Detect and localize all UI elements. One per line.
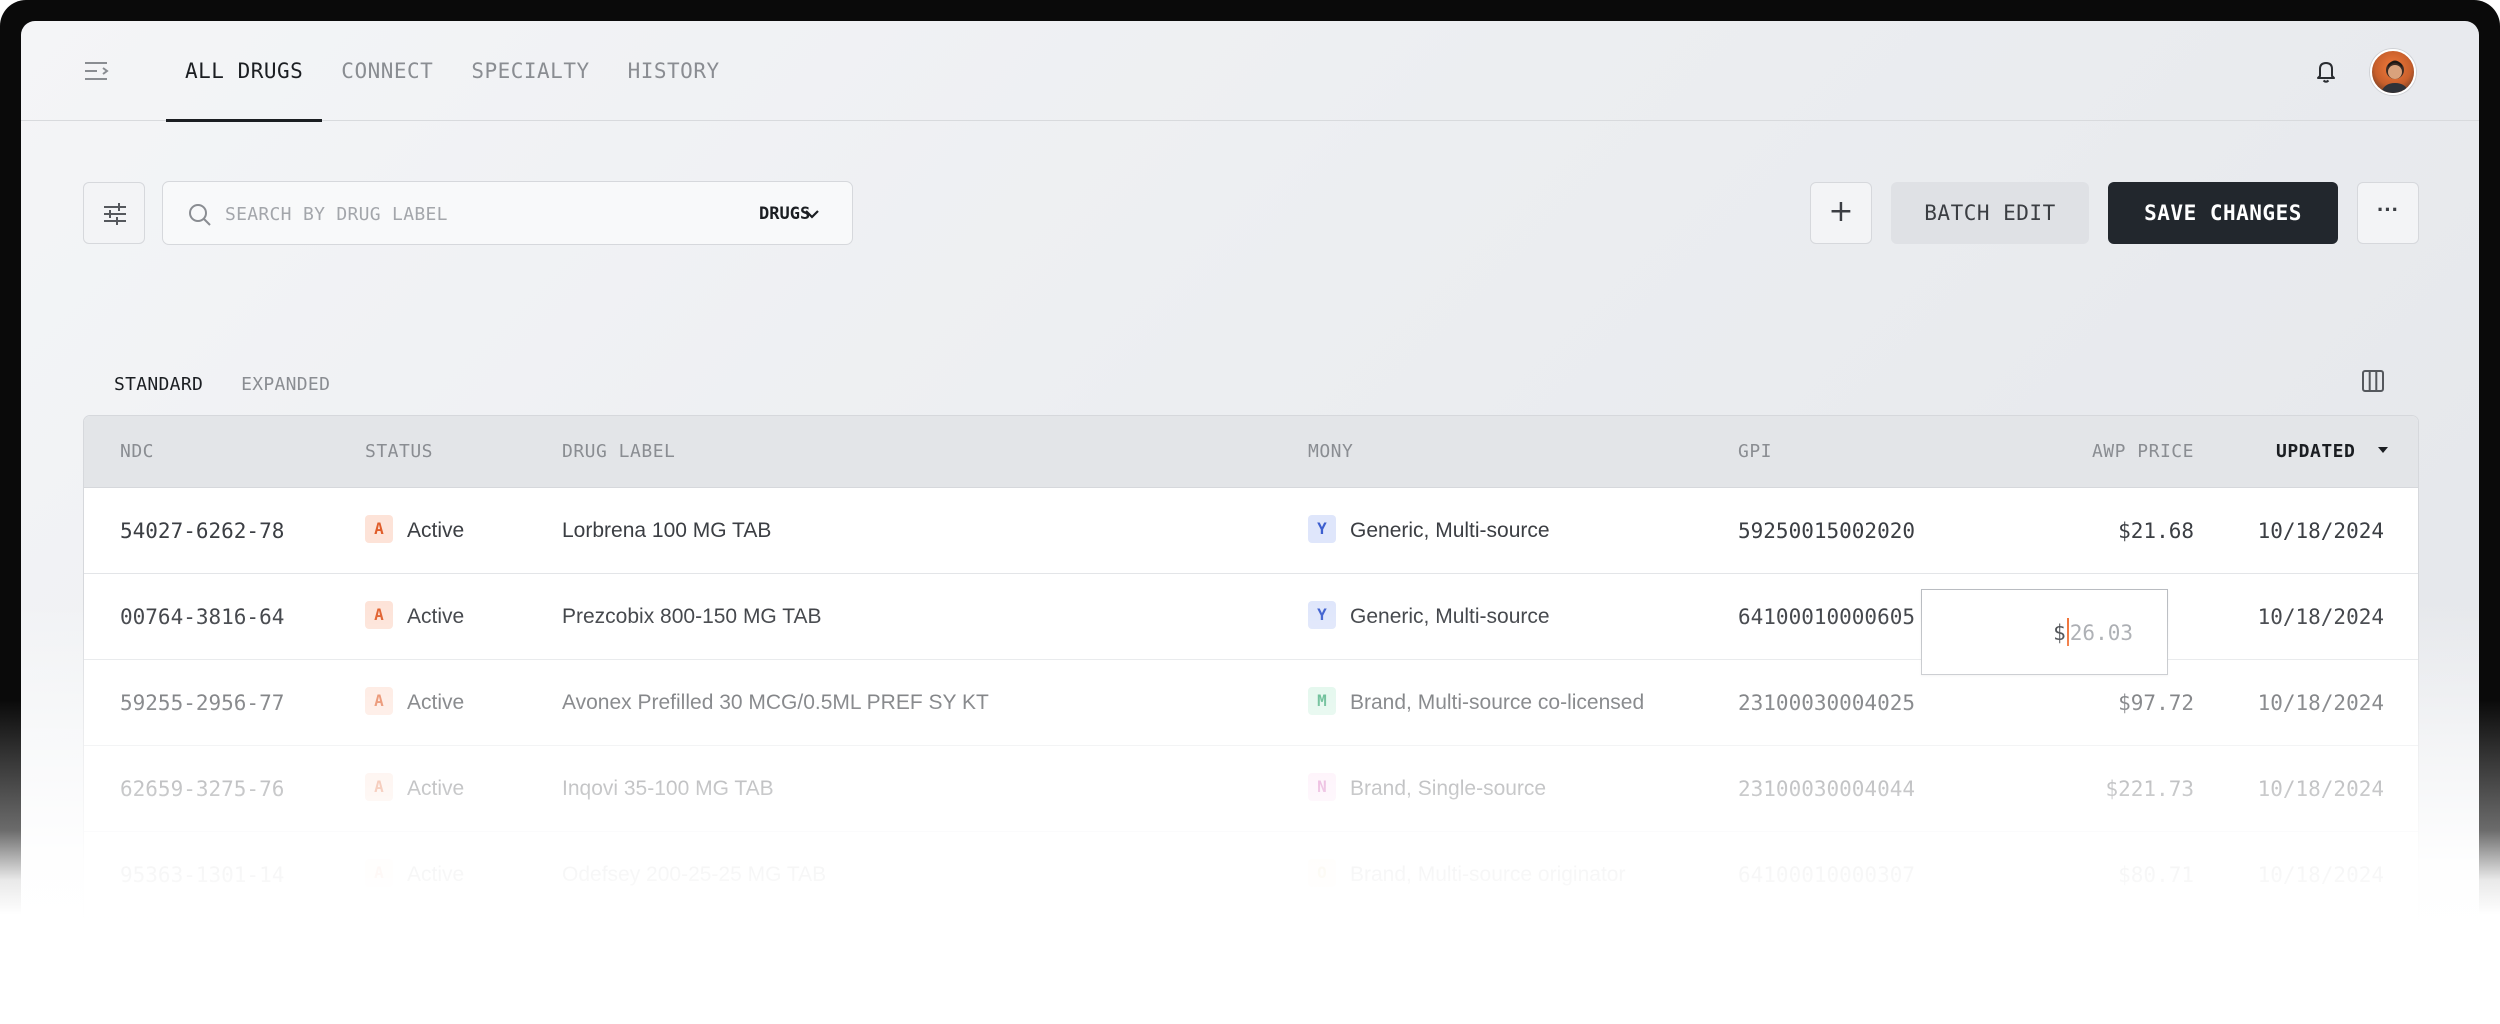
avatar[interactable] xyxy=(2370,49,2416,95)
status-badge: A xyxy=(365,687,393,716)
drugs-table: NDC STATUS DRUG LABEL MONY GPI AWP PRICE… xyxy=(83,415,2419,975)
mony-badge: N xyxy=(1308,773,1336,802)
status-text: Active xyxy=(407,691,465,714)
table-row[interactable]: 95363-1301-14 A Active Odefsey 200-25-25 … xyxy=(84,832,2418,918)
cell-updated: 10/18/2024 xyxy=(2257,691,2384,715)
cell-mony: Y Generic, Multi-source xyxy=(1308,574,1550,660)
cell-status: A Active xyxy=(365,488,464,574)
cell-status: A Active xyxy=(365,660,464,746)
cell-mony: N Brand, Single-source xyxy=(1308,746,1546,832)
mony-text: Brand, Multi-source co-licensed xyxy=(1350,691,1645,714)
add-button[interactable]: + xyxy=(1810,182,1872,244)
search-icon xyxy=(187,202,213,228)
cell-drug-label: Avonex Prefilled 30 MCG/0.5ML PREF SY KT xyxy=(562,691,989,714)
column-header-drug-label[interactable]: DRUG LABEL xyxy=(562,416,675,488)
save-changes-button[interactable]: SAVE CHANGES xyxy=(2108,182,2338,244)
device-frame: ALL DRUGS CONNECT SPECIALTY HISTORY SEAR… xyxy=(0,0,2500,1024)
cell-awp-price[interactable]: $221.73 xyxy=(1984,746,2194,832)
cell-updated: 10/18/2024 xyxy=(2257,777,2384,801)
cell-ndc: 62659-3275-76 xyxy=(120,777,285,801)
cell-ndc: 95363-1301-14 xyxy=(120,863,285,887)
filter-button[interactable] xyxy=(83,182,145,244)
cell-mony: M Brand, Multi-source co-licensed xyxy=(1308,660,1644,746)
mony-badge: M xyxy=(1308,687,1336,716)
view-standard[interactable]: STANDARD xyxy=(114,374,203,395)
sliders-icon xyxy=(104,203,126,225)
cell-status: A Active xyxy=(365,832,464,918)
status-text: Active xyxy=(407,519,465,542)
menu-collapse-icon[interactable] xyxy=(83,59,113,83)
cell-ndc: 59255-2956-77 xyxy=(120,691,285,715)
chevron-down-icon xyxy=(805,210,819,219)
tab-all-drugs[interactable]: ALL DRUGS xyxy=(166,21,323,122)
tab-connect[interactable]: CONNECT xyxy=(322,21,452,121)
cell-mony: O Brand, Multi-source originator xyxy=(1308,832,1625,918)
edit-number: 26.03 xyxy=(2069,621,2133,645)
view-toggle: STANDARD EXPANDED xyxy=(114,374,330,395)
cell-drug-label: Lorbrena 100 MG TAB xyxy=(562,519,772,542)
mony-badge: O xyxy=(1308,859,1336,888)
status-badge: A xyxy=(365,601,393,630)
app-screen: ALL DRUGS CONNECT SPECIALTY HISTORY SEAR… xyxy=(21,21,2479,1024)
column-header-updated[interactable]: UPDATED xyxy=(2276,416,2391,488)
cell-drug-label: Inqovi 35-100 MG TAB xyxy=(562,777,774,800)
cell-gpi: 64100010000605 xyxy=(1738,605,1916,629)
status-text: Active xyxy=(407,777,465,800)
cell-drug-label: Prezcobix 800-150 MG TAB xyxy=(562,605,822,628)
cell-status: A Active xyxy=(365,574,464,660)
mony-badge: Y xyxy=(1308,515,1336,544)
cell-ndc: 54027-6262-78 xyxy=(120,519,285,543)
caret-down-icon xyxy=(2377,447,2388,453)
cell-updated: 10/18/2024 xyxy=(2257,519,2384,543)
view-expanded[interactable]: EXPANDED xyxy=(241,374,330,395)
status-badge: A xyxy=(365,515,393,544)
mony-badge: Y xyxy=(1308,601,1336,630)
mony-text: Brand, Multi-source originator xyxy=(1350,863,1626,886)
column-header-ndc[interactable]: NDC xyxy=(120,416,154,488)
awp-price-edit-input[interactable]: $26.03 xyxy=(1921,589,2168,675)
column-header-awp-price[interactable]: AWP PRICE xyxy=(1984,416,2194,488)
status-badge: A xyxy=(365,859,393,888)
awp-price-edit-value: $26.03 xyxy=(2053,590,2133,676)
text-caret xyxy=(2066,618,2069,646)
tab-history[interactable]: HISTORY xyxy=(609,21,739,121)
mony-text: Brand, Single-source xyxy=(1350,777,1547,800)
column-header-status[interactable]: STATUS xyxy=(365,416,433,488)
currency-symbol: $ xyxy=(2053,621,2066,645)
more-options-button[interactable]: ··· xyxy=(2357,182,2419,244)
cell-gpi: 23100030004044 xyxy=(1738,777,1916,801)
table-header: NDC STATUS DRUG LABEL MONY GPI AWP PRICE… xyxy=(84,416,2418,488)
mony-text: Generic, Multi-source xyxy=(1350,605,1550,628)
tab-specialty[interactable]: SPECIALTY xyxy=(452,21,608,121)
cell-gpi: 23100030004025 xyxy=(1738,691,1916,715)
cell-awp-price[interactable]: $80.71 xyxy=(1984,832,2194,918)
status-text: Active xyxy=(407,605,465,628)
batch-edit-button[interactable]: BATCH EDIT xyxy=(1891,182,2089,244)
cell-updated: 10/18/2024 xyxy=(2257,863,2384,887)
cell-ndc: 00764-3816-64 xyxy=(120,605,285,629)
nav-tabs: ALL DRUGS CONNECT SPECIALTY HISTORY xyxy=(166,21,739,122)
search-bar: DRUGS xyxy=(162,181,853,245)
column-header-gpi[interactable]: GPI xyxy=(1738,416,1772,488)
cell-gpi: 59250015002020 xyxy=(1738,519,1916,543)
column-header-updated-label: UPDATED xyxy=(2276,441,2356,462)
column-header-mony[interactable]: MONY xyxy=(1308,416,1353,488)
cell-awp-price[interactable]: $21.68 xyxy=(1984,488,2194,574)
table-row[interactable]: 62659-3275-76 A Active Inqovi 35-100 MG T… xyxy=(84,746,2418,832)
status-text: Active xyxy=(407,863,465,886)
bell-icon[interactable] xyxy=(2311,56,2341,86)
cell-updated: 10/18/2024 xyxy=(2257,605,2384,629)
mony-text: Generic, Multi-source xyxy=(1350,519,1550,542)
cell-gpi: 64100010000307 xyxy=(1738,863,1916,887)
cell-mony: Y Generic, Multi-source xyxy=(1308,488,1550,574)
cell-status: A Active xyxy=(365,746,464,832)
top-nav: ALL DRUGS CONNECT SPECIALTY HISTORY xyxy=(21,21,2479,122)
status-badge: A xyxy=(365,773,393,802)
columns-icon[interactable] xyxy=(2358,366,2388,396)
table-row[interactable]: 54027-6262-78 A Active Lorbrena 100 MG TA… xyxy=(84,488,2418,574)
cell-drug-label: Odefsey 200-25-25 MG TAB xyxy=(562,863,827,886)
search-input[interactable] xyxy=(225,198,695,230)
